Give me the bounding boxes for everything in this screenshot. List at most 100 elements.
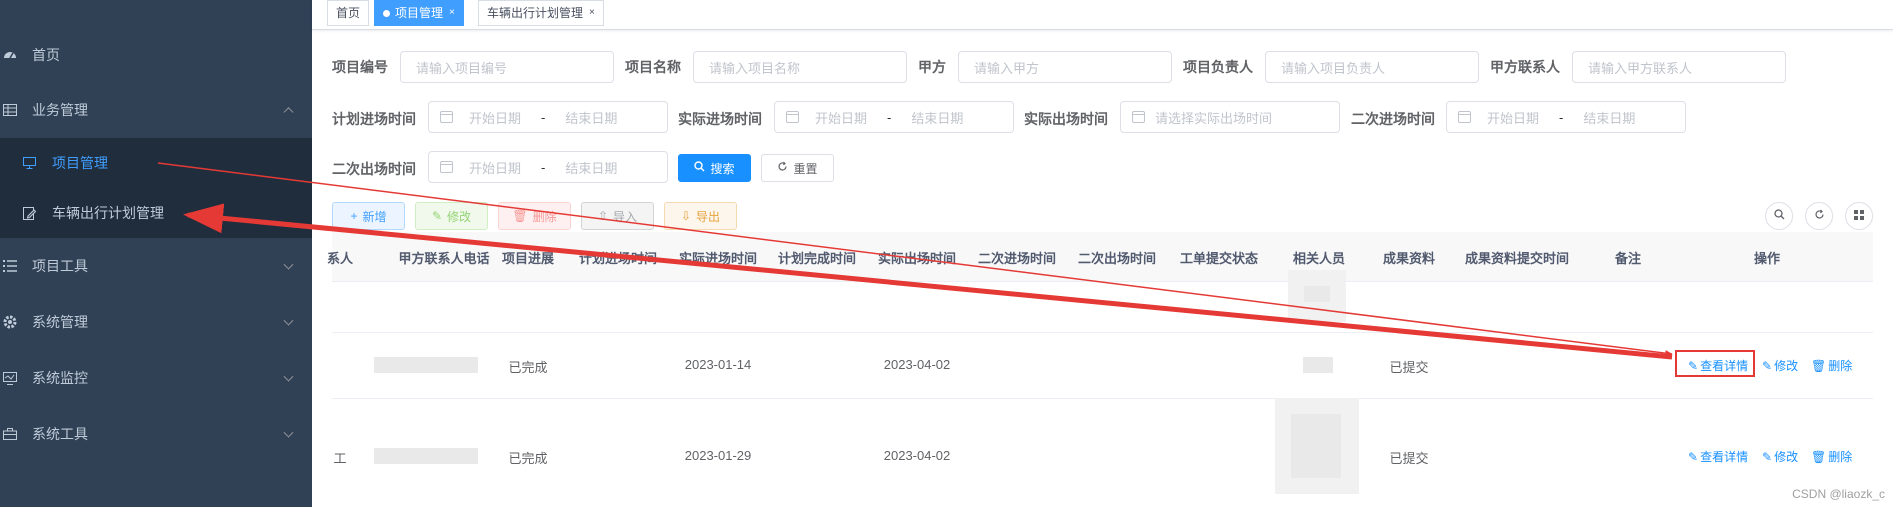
sidebar-item-vehicle-plan[interactable]: 车辆出行计划管理: [0, 188, 312, 238]
sidebar-item-label: 车辆出行计划管理: [52, 205, 164, 221]
delete-link[interactable]: 🗑 删除: [1811, 448, 1852, 465]
trash-icon: 🗑: [1811, 449, 1827, 464]
party-a-contact-input[interactable]: 请输入甲方联系人: [1572, 51, 1786, 83]
actual-entry-date-range[interactable]: 开始日期 - 结束日期: [774, 101, 1014, 133]
cell-actual-entry: 2023-01-29: [684, 448, 752, 463]
placeholder-text: 请输入项目名称: [709, 60, 801, 76]
calendar-icon: [440, 111, 453, 123]
owner-label: 项目负责人: [1183, 59, 1253, 75]
edit-icon: ✎: [431, 209, 443, 223]
project-name-label: 项目名称: [625, 59, 681, 75]
column-header: 工单提交状态: [1179, 251, 1259, 266]
tag-label: 项目管理: [395, 6, 444, 20]
search-button[interactable]: 搜索: [678, 154, 751, 182]
button-label: 导出: [696, 209, 721, 224]
close-icon[interactable]: ×: [589, 1, 595, 25]
project-no-label: 项目编号: [332, 59, 388, 75]
sidebar-item-project-tools[interactable]: 项目工具: [0, 238, 312, 294]
second-exit-label: 二次出场时间: [332, 161, 416, 177]
party-a-input[interactable]: 请输入甲方: [958, 51, 1172, 83]
edit-link[interactable]: ✎ 修改: [1762, 448, 1798, 465]
range-separator: -: [1559, 109, 1564, 125]
columns-button[interactable]: [1845, 202, 1873, 230]
owner-input[interactable]: 请输入项目负责人: [1265, 51, 1479, 83]
sidebar-item-system-management[interactable]: 系统管理: [0, 294, 312, 350]
start-date-placeholder: 开始日期: [469, 110, 522, 126]
project-no-input[interactable]: 请输入项目编号: [400, 51, 614, 83]
second-entry-date-range[interactable]: 开始日期 - 结束日期: [1446, 101, 1686, 133]
edit-button[interactable]: ✎ 修改: [415, 202, 488, 230]
column-header: 二次进场时间: [977, 251, 1057, 266]
column-header: 实际进场时间: [678, 251, 758, 266]
button-label: 搜索: [710, 161, 735, 176]
start-date-placeholder: 开始日期: [1487, 110, 1540, 126]
placeholder-text: 请输入甲方: [974, 60, 1040, 76]
edit-link[interactable]: ✎ 修改: [1762, 357, 1798, 374]
redacted-person: [1291, 414, 1341, 478]
redacted-phone: [374, 357, 478, 373]
link-label: 删除: [1828, 359, 1853, 373]
edit-icon: ✎: [1762, 449, 1773, 464]
search-icon: [694, 161, 705, 175]
refresh-button[interactable]: [1805, 202, 1833, 230]
tags-view: 首页 项目管理 × 车辆出行计划管理 ×: [312, 0, 1893, 30]
column-header: 操作: [1753, 251, 1781, 266]
button-label: 修改: [447, 209, 472, 224]
cell-actual-entry: 2023-01-14: [684, 357, 752, 372]
export-button[interactable]: ⇩ 导出: [664, 202, 737, 230]
edit-icon: ✎: [1762, 358, 1773, 373]
party-a-contact-label: 甲方联系人: [1490, 59, 1560, 75]
column-header: 计划完成时间: [777, 251, 857, 266]
delete-link[interactable]: 🗑 删除: [1811, 357, 1852, 374]
party-a-label: 甲方: [918, 59, 946, 75]
trash-icon: 🗑: [1811, 358, 1827, 373]
chevron-down-icon: [283, 427, 294, 438]
redacted-person: [1303, 357, 1333, 373]
cell-progress: 已完成: [508, 360, 548, 375]
column-header: 实际出场时间: [877, 251, 957, 266]
calendar-icon: [786, 111, 799, 123]
submenu: 项目管理 车辆出行计划管理: [0, 138, 312, 238]
import-button[interactable]: ⇧ 导入: [581, 202, 654, 230]
tag-project-management[interactable]: 项目管理 ×: [374, 0, 464, 26]
link-label: 修改: [1774, 359, 1799, 373]
column-header: 系人: [326, 251, 354, 266]
second-exit-date-range[interactable]: 开始日期 - 结束日期: [428, 151, 668, 183]
add-button[interactable]: + 新增: [332, 202, 405, 230]
tag-home[interactable]: 首页: [327, 0, 370, 26]
dashboard-icon: [2, 47, 18, 63]
delete-button[interactable]: 🗑 删除: [498, 202, 571, 230]
end-date-placeholder: 结束日期: [911, 110, 964, 126]
button-label: 重置: [793, 161, 818, 176]
row-divider: [332, 332, 1873, 333]
app-root: 首页 业务管理 项目管理 车辆出行计划管理 项目工具 系统管理 系统监控 系统工…: [0, 0, 1893, 507]
trash-icon: 🗑: [512, 209, 528, 223]
actual-entry-label: 实际进场时间: [678, 111, 762, 127]
close-icon[interactable]: ×: [449, 1, 455, 25]
toggle-search-button[interactable]: [1765, 202, 1793, 230]
sidebar-item-label: 系统监控: [32, 370, 88, 386]
link-label: 查看详情: [1700, 450, 1749, 464]
range-separator: -: [887, 109, 892, 125]
plan-entry-date-range[interactable]: 开始日期 - 结束日期: [428, 101, 668, 133]
annotation-highlight-box: [1675, 350, 1755, 377]
sidebar-item-business[interactable]: 业务管理: [0, 82, 312, 138]
reset-button[interactable]: 重置: [761, 154, 834, 182]
sidebar-item-system-tools[interactable]: 系统工具: [0, 406, 312, 462]
row-divider: [332, 398, 1873, 399]
download-icon: ⇩: [680, 209, 692, 223]
upload-icon: ⇧: [597, 209, 609, 223]
view-detail-link[interactable]: ✎ 查看详情: [1688, 448, 1748, 465]
tag-vehicle-plan[interactable]: 车辆出行计划管理 ×: [478, 0, 604, 26]
placeholder-text: 请输入甲方联系人: [1588, 60, 1693, 76]
actual-exit-date-picker[interactable]: 请选择实际出场时间: [1120, 101, 1340, 133]
project-name-input[interactable]: 请输入项目名称: [693, 51, 907, 83]
plan-entry-label: 计划进场时间: [332, 111, 416, 127]
sidebar-item-system-monitor[interactable]: 系统监控: [0, 350, 312, 406]
cell-progress: 已完成: [508, 451, 548, 466]
sidebar-item-home[interactable]: 首页: [0, 27, 312, 83]
tag-label: 首页: [336, 6, 361, 20]
button-label: 导入: [613, 209, 638, 224]
calendar-icon: [440, 161, 453, 173]
sidebar-item-project-management[interactable]: 项目管理: [0, 138, 312, 188]
